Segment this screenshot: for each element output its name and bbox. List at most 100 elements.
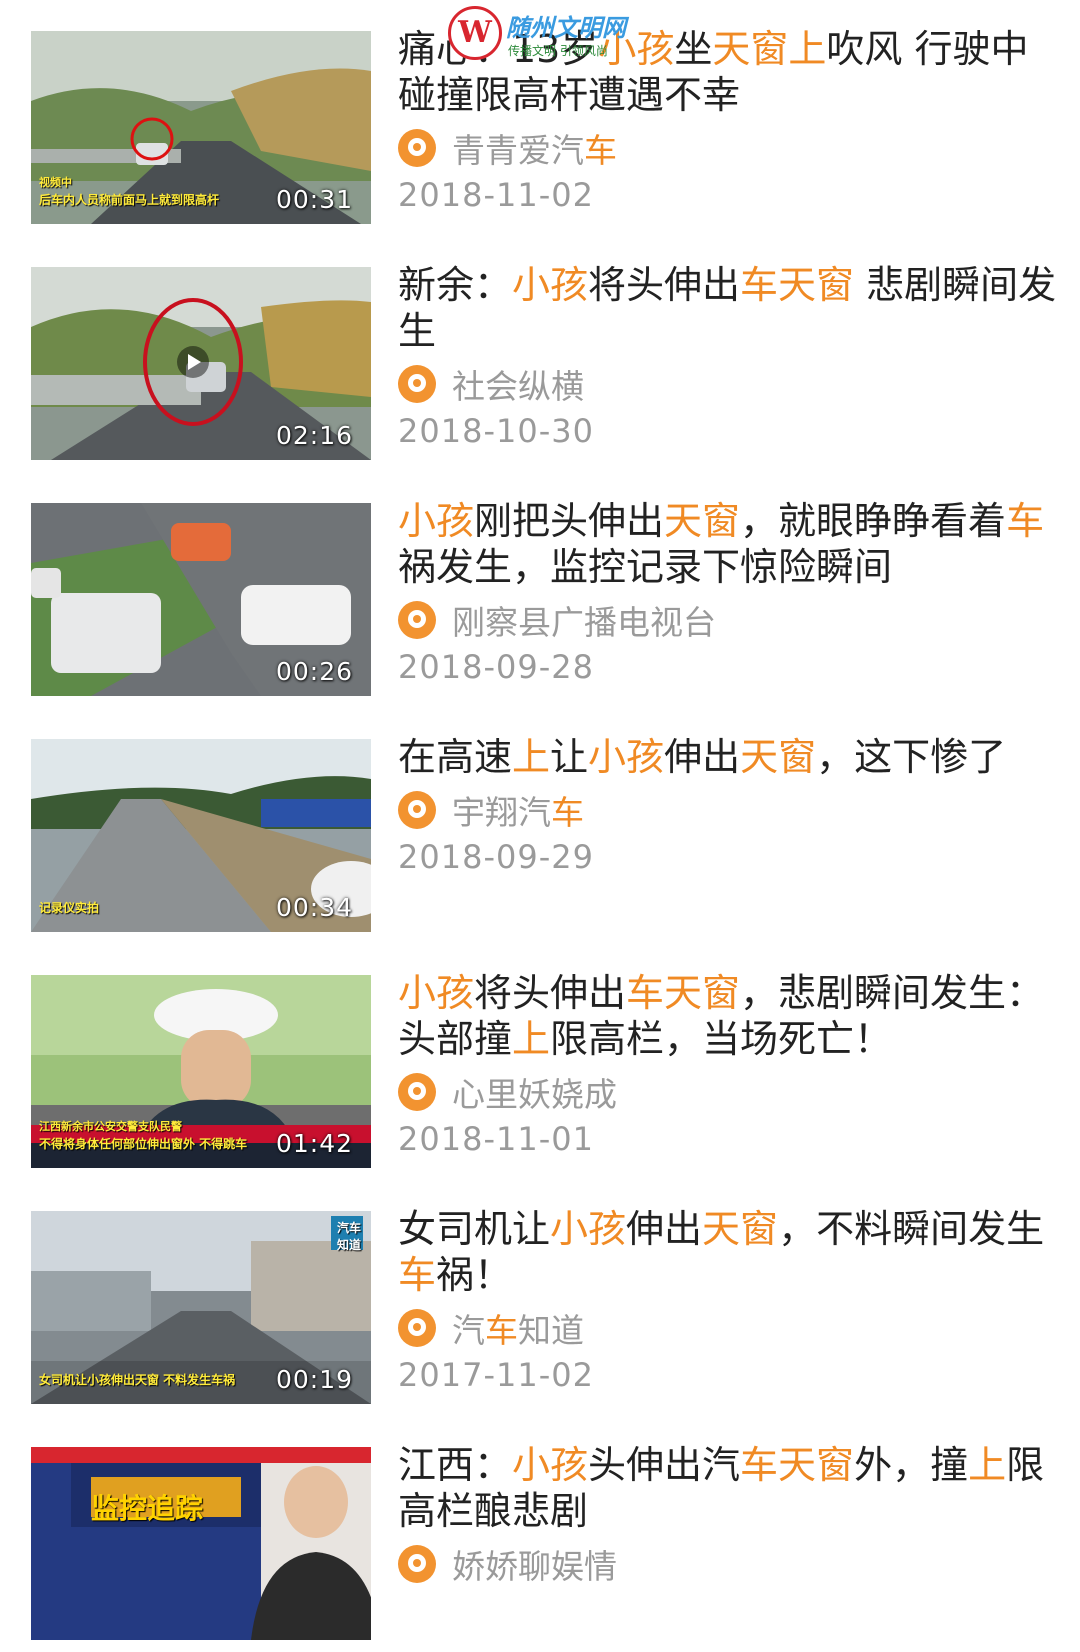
video-thumbnail[interactable]: 02:16 bbox=[31, 267, 371, 460]
source-avatar-icon bbox=[398, 791, 436, 829]
video-title[interactable]: 小孩将头伸出车天窗，悲剧瞬间发生：头部撞上限高栏，当场死亡！ bbox=[398, 970, 1058, 1062]
video-duration: 00:31 bbox=[275, 185, 353, 214]
video-date: 2018-09-29 bbox=[398, 838, 594, 876]
video-title-segment: 小孩 bbox=[550, 1207, 627, 1251]
video-source-segment: 刚察县广播电视台 bbox=[452, 603, 716, 642]
watermark-title: 随州文明网 bbox=[506, 14, 626, 42]
video-thumbnail[interactable]: 00:26 bbox=[31, 503, 371, 696]
video-source[interactable]: 心里妖娆成 bbox=[452, 1068, 617, 1116]
video-title[interactable]: 江西：小孩头伸出汽车天窗外，撞上限高栏酿悲剧 bbox=[398, 1442, 1058, 1534]
video-title-segment: 小孩 bbox=[588, 735, 665, 779]
video-title-segment: 车 bbox=[398, 1253, 437, 1297]
source-row: 刚察县广播电视台 bbox=[398, 598, 1058, 642]
thumbnail-image bbox=[31, 1447, 371, 1640]
video-source-segment: 汽 bbox=[452, 1311, 485, 1350]
video-title[interactable]: 女司机让小孩伸出天窗，不料瞬间发生车祸！ bbox=[398, 1206, 1058, 1298]
video-title-segment: 在高速 bbox=[398, 735, 513, 779]
video-info: 女司机让小孩伸出天窗，不料瞬间发生车祸！ 汽车知道 2017-11-02 bbox=[398, 1206, 1058, 1394]
source-row: 宇翔汽车 bbox=[398, 788, 1058, 832]
video-source[interactable]: 社会纵横 bbox=[452, 360, 584, 408]
thumbnail-caption-top: 汽车知道 bbox=[337, 1221, 362, 1252]
video-source[interactable]: 汽车知道 bbox=[452, 1304, 584, 1352]
video-duration: 00:34 bbox=[275, 893, 353, 922]
video-source-segment: 青青爱汽 bbox=[452, 131, 584, 170]
video-title-segment: 天窗上 bbox=[712, 27, 827, 71]
video-title-segment: 让 bbox=[550, 735, 589, 779]
video-title-segment: 江西： bbox=[398, 1443, 513, 1487]
video-title-segment: 上 bbox=[968, 1443, 1007, 1487]
thumbnail-caption-top: 视频中 bbox=[39, 176, 72, 189]
watermark-subtitle: 传播文明 引领风尚 bbox=[508, 44, 608, 58]
video-thumbnail[interactable]: 监控追踪 bbox=[31, 1447, 371, 1640]
video-title-segment: 小孩 bbox=[398, 499, 475, 543]
video-title-segment: 车天窗 bbox=[740, 263, 855, 307]
video-title-segment: 新余： bbox=[398, 263, 513, 307]
video-list-item[interactable]: 不得将身体任何部位伸出窗外 不得跳车 江西新余市公安交警支队民警 01:42 小孩将头… bbox=[0, 944, 1080, 1180]
video-title[interactable]: 新余：小孩将头伸出车天窗 悲剧瞬间发生 bbox=[398, 262, 1058, 354]
video-list-item[interactable]: 记录仪实拍 00:34 在高速上让小孩伸出天窗，这下惨了宇翔汽车 2018-09-29 bbox=[0, 708, 1080, 944]
watermark-logo: W bbox=[448, 6, 502, 60]
thumbnail-caption: 记录仪实拍 bbox=[39, 901, 100, 915]
video-title-segment: ，这下惨了 bbox=[816, 735, 1007, 779]
video-title-segment: 车 bbox=[1006, 499, 1045, 543]
video-thumbnail[interactable]: 女司机让小孩伸出天窗 不料发生车祸 汽车知道 00:19 bbox=[31, 1211, 371, 1404]
video-source[interactable]: 娇娇聊娱情 bbox=[452, 1540, 617, 1588]
video-title[interactable]: 小孩刚把头伸出天窗，就眼睁睁看着车祸发生，监控记录下惊险瞬间 bbox=[398, 498, 1058, 590]
video-title-segment: 上 bbox=[512, 1017, 551, 1061]
video-source-segment: 社会纵横 bbox=[452, 367, 584, 406]
video-title-segment: ，就眼睁睁看着 bbox=[740, 499, 1007, 543]
video-source-segment: 娇娇聊娱情 bbox=[452, 1547, 617, 1586]
video-title-segment: 女司机让 bbox=[398, 1207, 551, 1251]
video-title-segment: 车天窗 bbox=[740, 1443, 855, 1487]
video-date: 2017-11-02 bbox=[398, 1356, 594, 1394]
video-duration: 01:42 bbox=[275, 1129, 353, 1158]
thumbnail-caption: 女司机让小孩伸出天窗 不料发生车祸 bbox=[39, 1373, 236, 1387]
video-title-segment: 将头伸出 bbox=[588, 263, 741, 307]
video-source[interactable]: 刚察县广播电视台 bbox=[452, 596, 716, 644]
source-avatar-icon bbox=[398, 1073, 436, 1111]
video-date: 2018-09-28 bbox=[398, 648, 594, 686]
video-duration: 00:19 bbox=[275, 1365, 353, 1394]
video-title-segment: 小孩 bbox=[512, 1443, 589, 1487]
video-source-segment: 知道 bbox=[518, 1311, 584, 1350]
video-source[interactable]: 宇翔汽车 bbox=[452, 786, 584, 834]
video-list-item[interactable]: 00:26 小孩刚把头伸出天窗，就眼睁睁看着车祸发生，监控记录下惊险瞬间 刚察县广播… bbox=[0, 472, 1080, 708]
video-title-segment: 伸出 bbox=[664, 735, 741, 779]
source-row: 汽车知道 bbox=[398, 1306, 1058, 1350]
video-title-segment: 上 bbox=[512, 735, 551, 779]
video-date: 2018-11-02 bbox=[398, 176, 594, 214]
video-title-segment: 将头伸出 bbox=[474, 971, 627, 1015]
video-list-item[interactable]: 02:16 新余：小孩将头伸出车天窗 悲剧瞬间发生社会纵横 2018-10-30 bbox=[0, 236, 1080, 472]
video-title-segment: 天窗 bbox=[702, 1207, 779, 1251]
video-list-item[interactable]: 监控追踪 江西：小孩头伸出汽车天窗外，撞上限高栏酿悲剧娇娇聊娱情 bbox=[0, 1416, 1080, 1652]
video-thumbnail[interactable]: 不得将身体任何部位伸出窗外 不得跳车 江西新余市公安交警支队民警 01:42 bbox=[31, 975, 371, 1168]
video-title-segment: 头伸出汽 bbox=[588, 1443, 741, 1487]
thumbnail-caption: 后车内人员称前面马上就到限高杆 bbox=[39, 193, 220, 207]
video-info: 新余：小孩将头伸出车天窗 悲剧瞬间发生社会纵横 2018-10-30 bbox=[398, 262, 1058, 450]
video-date: 2018-10-30 bbox=[398, 412, 594, 450]
video-thumbnail[interactable]: 记录仪实拍 00:34 bbox=[31, 739, 371, 932]
video-title-segment: 限高栏，当场死亡！ bbox=[550, 1017, 893, 1061]
video-info: 小孩刚把头伸出天窗，就眼睁睁看着车祸发生，监控记录下惊险瞬间 刚察县广播电视台 20… bbox=[398, 498, 1058, 686]
source-row: 青青爱汽车 bbox=[398, 126, 1058, 170]
video-duration: 00:26 bbox=[275, 657, 353, 686]
video-title-segment: 伸出 bbox=[626, 1207, 703, 1251]
video-title-segment: 祸发生，监控记录下惊险瞬间 bbox=[398, 545, 893, 589]
thumbnail-caption-top: 江西新余市公安交警支队民警 bbox=[39, 1120, 182, 1133]
video-title-segment: 小孩 bbox=[512, 263, 589, 307]
source-row: 心里妖娆成 bbox=[398, 1070, 1058, 1114]
video-list-item[interactable]: 女司机让小孩伸出天窗 不料发生车祸 汽车知道 00:19 女司机让小孩伸出天窗，不料瞬… bbox=[0, 1180, 1080, 1416]
source-avatar-icon bbox=[398, 365, 436, 403]
video-title-segment: ，不料瞬间发生 bbox=[778, 1207, 1045, 1251]
video-source-segment: 心里妖娆成 bbox=[452, 1075, 617, 1114]
video-title[interactable]: 在高速上让小孩伸出天窗，这下惨了 bbox=[398, 734, 1058, 780]
source-row: 社会纵横 bbox=[398, 362, 1058, 406]
video-date: 2018-11-01 bbox=[398, 1120, 594, 1158]
video-title-segment: 小孩 bbox=[398, 971, 475, 1015]
video-title-segment: 祸！ bbox=[436, 1253, 513, 1297]
video-source-segment: 车 bbox=[485, 1311, 518, 1350]
video-thumbnail[interactable]: 后车内人员称前面马上就到限高杆 视频中 00:31 bbox=[31, 31, 371, 224]
video-source[interactable]: 青青爱汽车 bbox=[452, 124, 617, 172]
video-title-segment: 天窗 bbox=[740, 735, 817, 779]
thumbnail-caption: 监控追踪 bbox=[91, 1492, 204, 1525]
